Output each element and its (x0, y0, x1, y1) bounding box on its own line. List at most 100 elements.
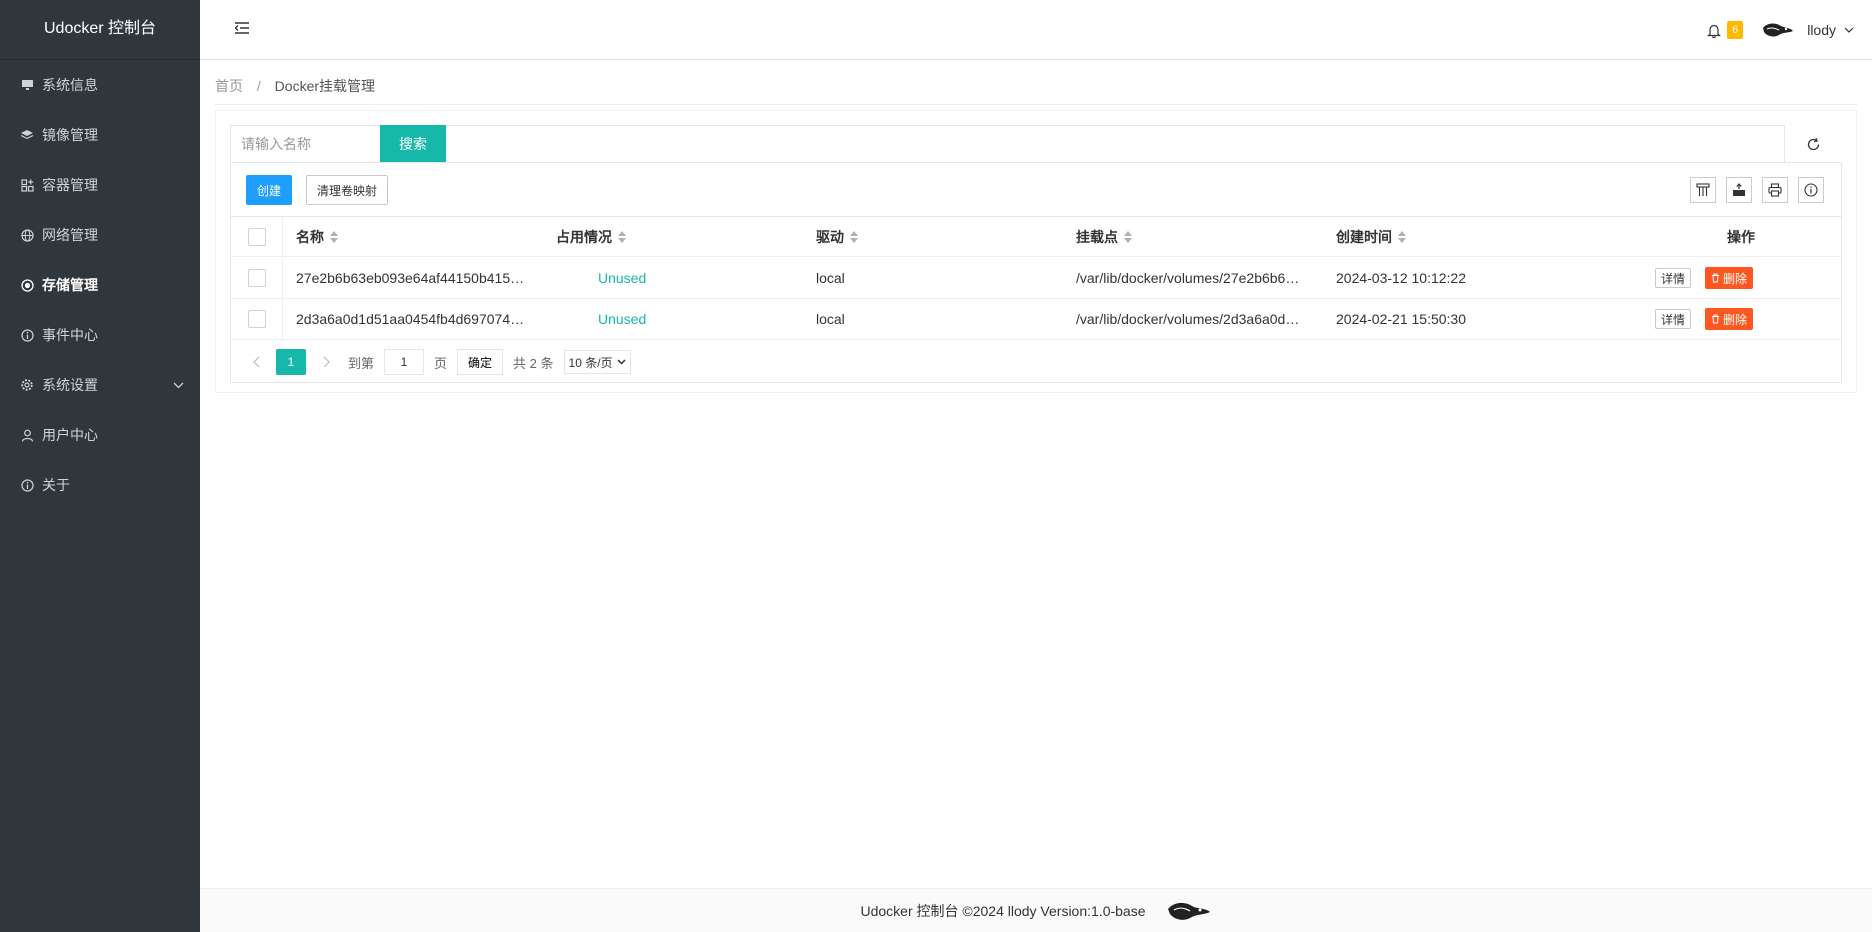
page-size-select[interactable]: 10 条/页 (563, 350, 631, 374)
detail-button[interactable]: 详情 (1655, 268, 1692, 288)
detail-button[interactable]: 详情 (1655, 309, 1692, 329)
sort-icon[interactable] (1398, 230, 1406, 243)
column-label: 名称 (296, 228, 324, 245)
search-input[interactable] (231, 126, 381, 162)
print-icon (1768, 183, 1782, 197)
footer-logo (1166, 899, 1212, 923)
disk-icon (20, 278, 34, 292)
breadcrumb-current: Docker挂载管理 (274, 78, 376, 94)
column-label: 创建时间 (1336, 228, 1392, 245)
sidebar-item-label: 存储管理 (42, 277, 98, 293)
gear-icon (20, 378, 34, 392)
search-button[interactable]: 搜索 (380, 125, 446, 163)
columns-filter-button[interactable] (1690, 177, 1716, 203)
trash-icon (1711, 314, 1720, 324)
breadcrumb-separator: / (256, 78, 261, 94)
sidebar-item-label: 网络管理 (42, 227, 98, 243)
table-header-row: 名称 占用情况 驱动 挂载点 创建时间 操作 (231, 217, 1841, 257)
notification-badge: 6 (1727, 21, 1744, 39)
column-header-usage[interactable]: 占用情况 (556, 217, 626, 256)
layers-icon (20, 128, 34, 142)
sidebar-item-network[interactable]: 网络管理 (0, 210, 200, 260)
clean-volumes-button[interactable]: 清理卷映射 (306, 175, 388, 205)
divider (231, 162, 1841, 163)
page-label: 页 (434, 355, 448, 371)
prev-page-button[interactable] (246, 356, 266, 368)
sidebar-item-storage[interactable]: 存储管理 (0, 260, 200, 310)
trash-icon (1711, 273, 1720, 283)
sidebar-item-containers[interactable]: 容器管理 (0, 160, 200, 210)
chevron-down-icon (617, 359, 626, 365)
row-checkbox[interactable] (247, 310, 266, 328)
sidebar-item-events[interactable]: 事件中心 (0, 310, 200, 360)
grid-icon (20, 178, 34, 192)
info-icon (20, 478, 34, 492)
goto-label: 到第 (348, 355, 375, 371)
sidebar-item-images[interactable]: 镜像管理 (0, 110, 200, 160)
table-row: 2d3a6a0d1d51aa0454fb4d697074… Unused loc… (231, 299, 1841, 340)
refresh-button[interactable] (1784, 125, 1842, 163)
goto-page-input[interactable] (384, 349, 425, 375)
next-page-button[interactable] (316, 356, 336, 368)
delete-button[interactable]: 删除 (1705, 267, 1754, 289)
delete-label: 删除 (1723, 312, 1748, 327)
info-button[interactable] (1798, 177, 1824, 203)
refresh-icon (1806, 137, 1821, 152)
goto-confirm-button[interactable]: 确定 (457, 349, 504, 375)
chevron-down-icon[interactable] (1844, 27, 1854, 33)
print-button[interactable] (1762, 177, 1788, 203)
sidebar-item-label: 事件中心 (42, 327, 98, 343)
user-icon (20, 428, 34, 442)
cell-created: 2024-02-21 15:50:30 (1336, 311, 1466, 327)
sort-icon[interactable] (1124, 230, 1132, 243)
info-icon (20, 328, 34, 342)
cell-usage: Unused (598, 270, 647, 286)
row-select-cell (231, 299, 283, 339)
sidebar-item-label: 镜像管理 (42, 127, 98, 143)
sort-icon[interactable] (618, 230, 626, 243)
monitor-icon (20, 78, 34, 92)
pagination: 1 到第 页 确定 共 2 条 10 条/页 (246, 349, 631, 375)
footer: Udocker 控制台 ©2024 llody Version:1.0-base (200, 888, 1872, 932)
cell-name: 2d3a6a0d1d51aa0454fb4d697074… (296, 311, 525, 327)
sidebar-item-settings[interactable]: 系统设置 (0, 360, 200, 410)
sidebar-item-label: 关于 (42, 477, 70, 493)
select-all-checkbox[interactable] (247, 227, 266, 246)
delete-label: 删除 (1723, 271, 1748, 286)
column-header-created[interactable]: 创建时间 (1336, 217, 1406, 256)
select-all-cell (231, 217, 283, 256)
total-count: 共 2 条 (513, 355, 554, 371)
delete-button[interactable]: 删除 (1705, 308, 1754, 330)
sidebar-item-label: 系统信息 (42, 77, 98, 93)
row-checkbox[interactable] (247, 269, 266, 287)
cell-mountpoint: /var/lib/docker/volumes/27e2b6b6… (1076, 270, 1300, 286)
current-page[interactable]: 1 (276, 349, 306, 375)
menu-toggle-icon[interactable] (234, 21, 252, 39)
breadcrumb: 首页 / Docker挂载管理 (215, 76, 375, 96)
create-button[interactable]: 创建 (246, 175, 292, 205)
sort-icon[interactable] (850, 230, 858, 243)
footer-text: Udocker 控制台 ©2024 llody Version:1.0-base (860, 902, 1146, 919)
cell-actions: 详情 删除 (1655, 258, 1754, 298)
sidebar-item-about[interactable]: 关于 (0, 460, 200, 510)
sidebar-item-user-center[interactable]: 用户中心 (0, 410, 200, 460)
username[interactable]: llody (1807, 22, 1836, 38)
column-header-name[interactable]: 名称 (296, 217, 338, 256)
breadcrumb-home[interactable]: 首页 (215, 78, 243, 94)
column-header-mountpoint[interactable]: 挂载点 (1076, 217, 1132, 256)
column-header-driver[interactable]: 驱动 (816, 217, 858, 256)
sidebar-item-label: 用户中心 (42, 427, 98, 443)
sidebar-item-label: 系统设置 (42, 377, 98, 393)
cell-driver: local (816, 270, 845, 286)
cell-actions: 详情 删除 (1655, 299, 1754, 339)
bell-icon[interactable] (1707, 23, 1722, 38)
sort-icon[interactable] (330, 230, 338, 243)
avatar[interactable] (1761, 20, 1795, 40)
cell-mountpoint: /var/lib/docker/volumes/2d3a6a0d… (1076, 311, 1300, 327)
column-label: 驱动 (816, 228, 844, 245)
sidebar-item-system-info[interactable]: 系统信息 (0, 60, 200, 110)
top-header: 6 llody (200, 0, 1872, 60)
table-row: 27e2b6b63eb093e64af44150b415… Unused loc… (231, 258, 1841, 299)
row-select-cell (231, 258, 283, 298)
export-button[interactable] (1726, 177, 1752, 203)
